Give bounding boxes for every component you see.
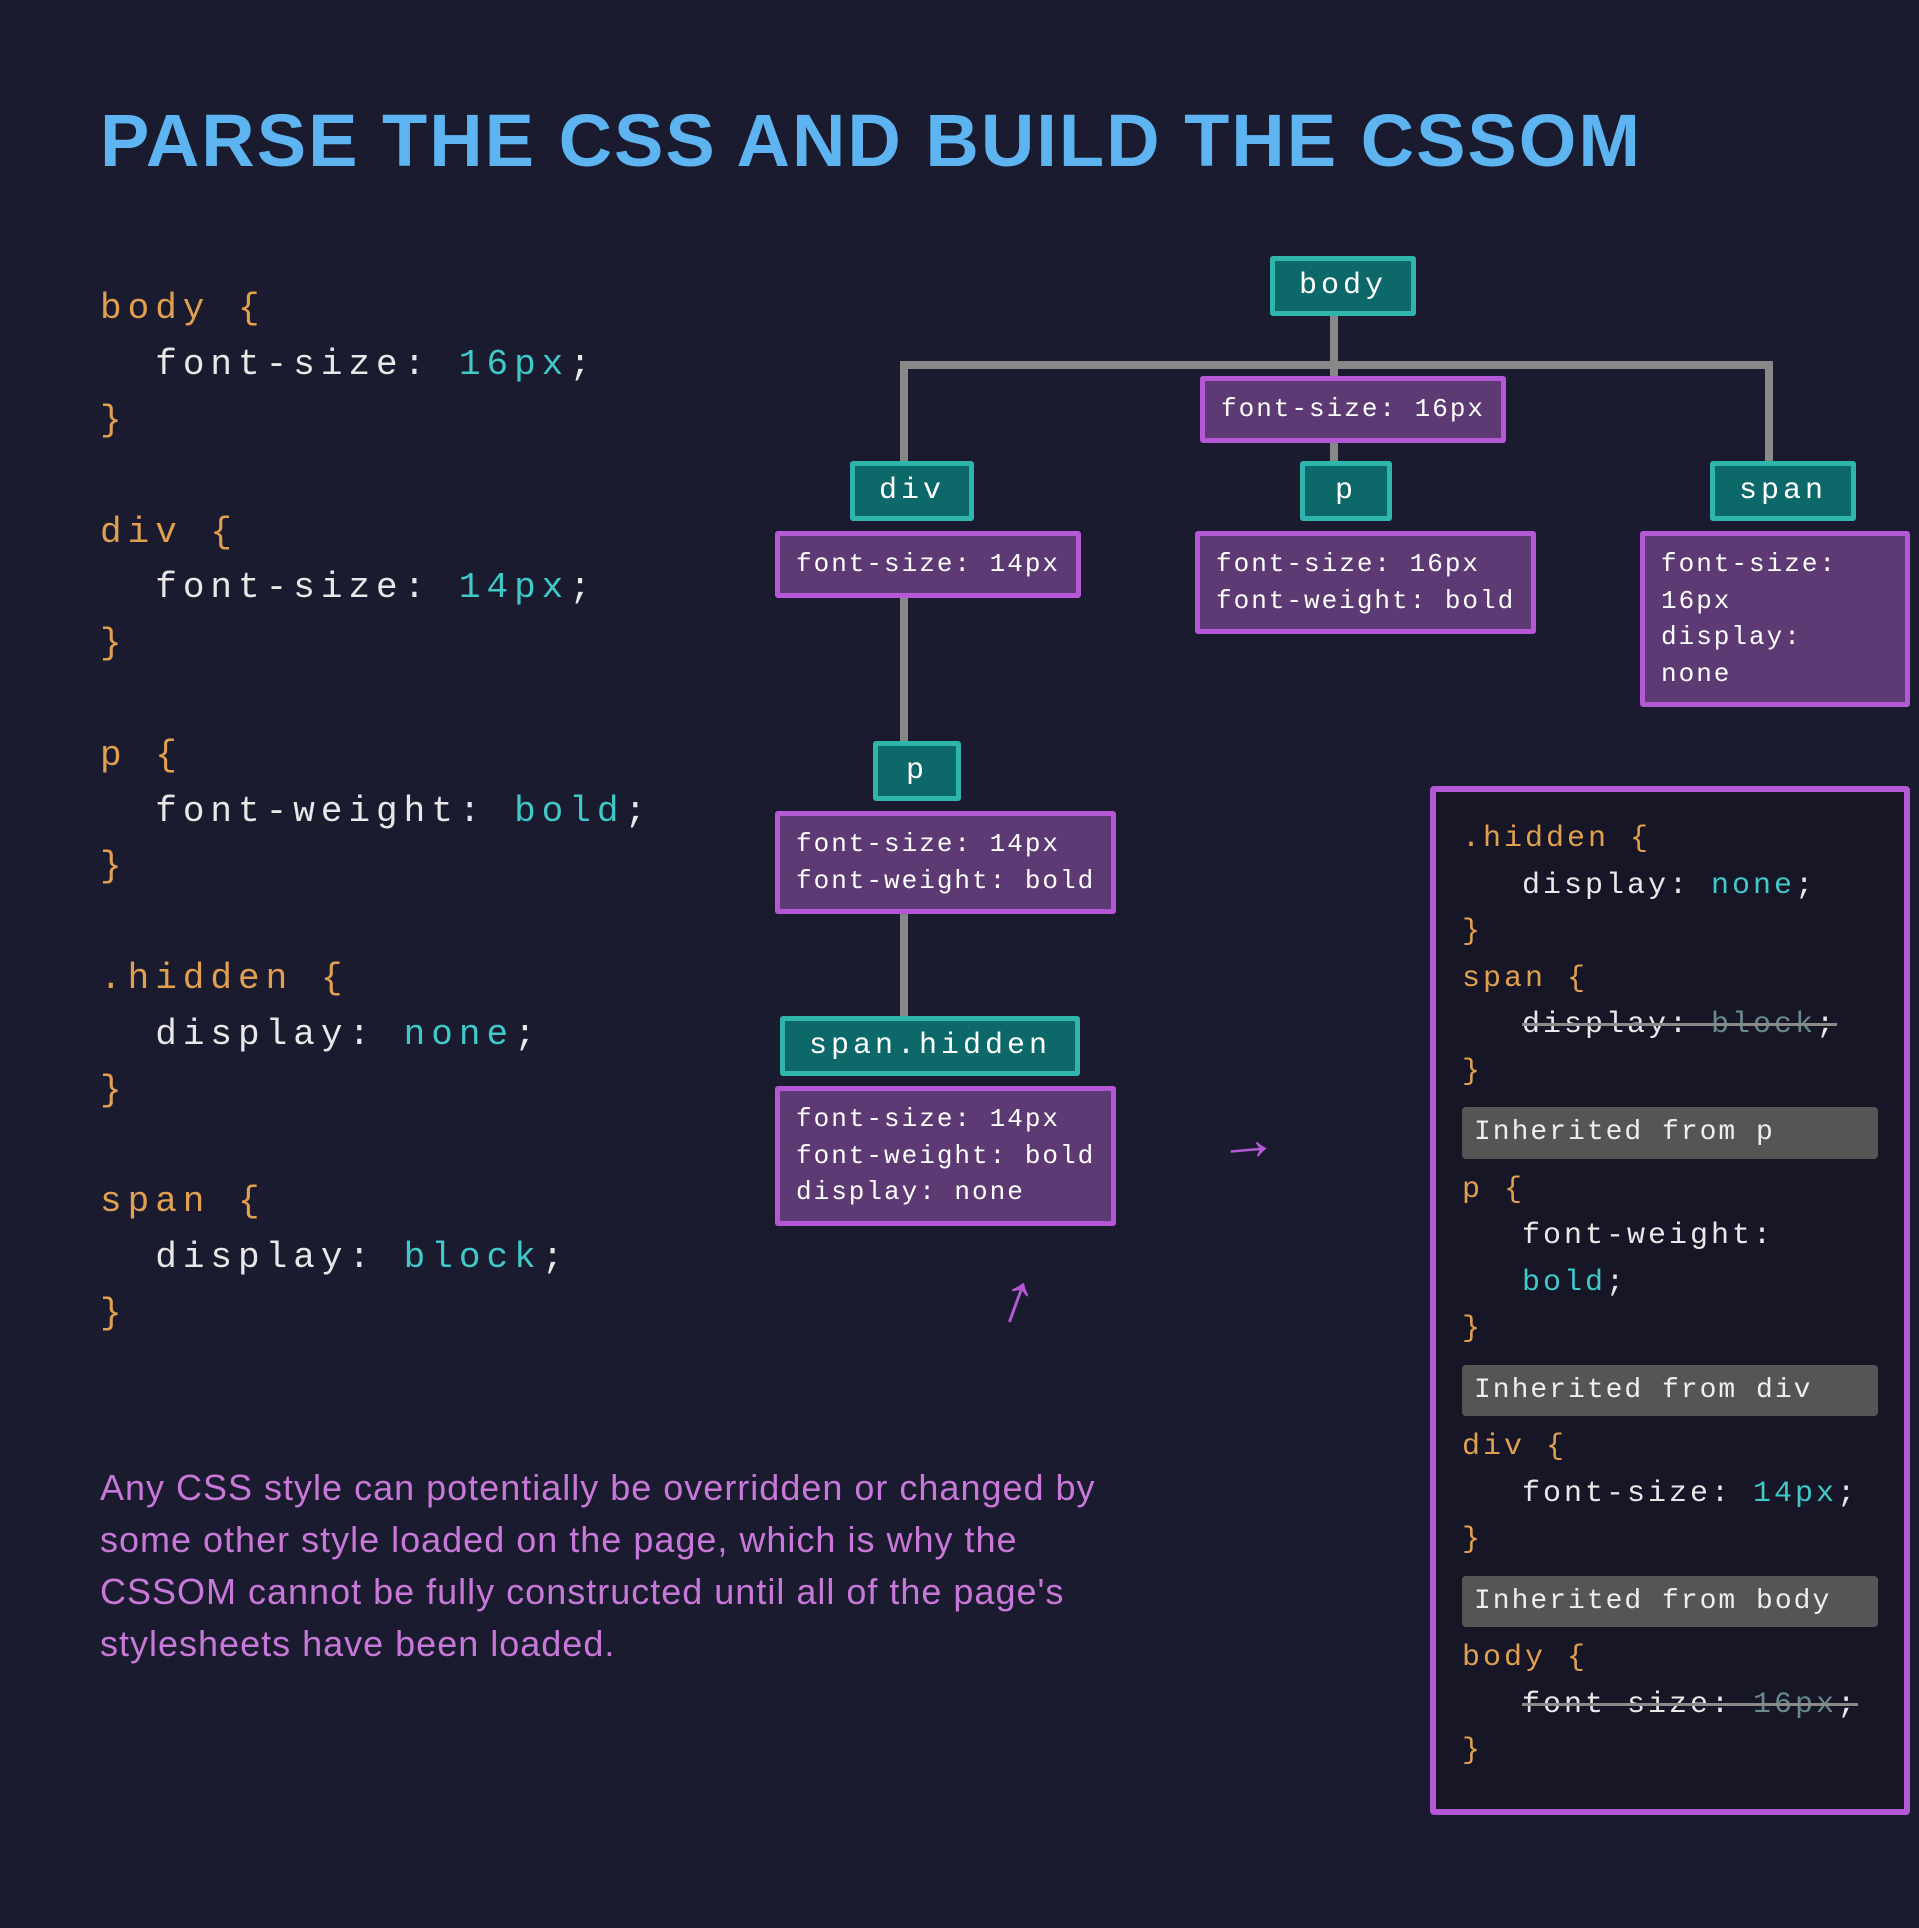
arrow-icon: → — [967, 1268, 1056, 1335]
tree-node-div: div — [850, 461, 974, 521]
devtools-property: font-size — [1522, 1688, 1711, 1722]
devtools-rule: span { display: block; } — [1462, 956, 1878, 1096]
style-line: font-size: 16px — [1661, 549, 1837, 615]
css-value: 16px — [459, 344, 569, 385]
devtools-property: font-size — [1522, 1477, 1711, 1511]
devtools-selector: div — [1462, 1430, 1525, 1464]
css-selector: .hidden — [100, 958, 293, 999]
css-rule: body { font-size: 16px; } — [100, 281, 760, 448]
page-title: PARSE THE CSS AND BUILD THE CSSOM — [100, 100, 1819, 181]
devtools-property: display — [1522, 869, 1669, 903]
tree-styles-span-hidden: font-size: 14px font-weight: bold displa… — [775, 1086, 1116, 1225]
devtools-selector: span — [1462, 962, 1546, 996]
css-value: none — [404, 1014, 514, 1055]
tree-styles-div-p: font-size: 14px font-weight: bold — [775, 811, 1116, 914]
tree-node-span-hidden: span.hidden — [780, 1016, 1080, 1076]
connector-line — [1330, 316, 1338, 361]
inherited-label: Inherited from p — [1462, 1107, 1878, 1158]
css-value: 14px — [459, 567, 569, 608]
left-column: body { font-size: 16px; } div { font-siz… — [100, 261, 760, 1670]
arrow-icon: → — [1227, 1110, 1269, 1181]
devtools-selector: body — [1462, 1641, 1546, 1675]
css-value: bold — [514, 791, 624, 832]
tree-node-body: body — [1270, 256, 1416, 316]
devtools-rule: div { font-size: 14px; } — [1462, 1424, 1878, 1564]
tree-node-span: span — [1710, 461, 1856, 521]
devtools-selector: p — [1462, 1173, 1483, 1207]
style-line: font-size: 14px — [796, 549, 1060, 579]
inherited-label: Inherited from body — [1462, 1576, 1878, 1627]
css-selector: body — [100, 288, 210, 329]
css-selector: div — [100, 512, 183, 553]
css-property: font-size — [155, 344, 403, 385]
tree-styles-p: font-size: 16px font-weight: bold — [1195, 531, 1536, 634]
css-rule: span { display: block; } — [100, 1174, 760, 1341]
devtools-property: font-weight — [1522, 1219, 1753, 1253]
devtools-rule: body { font-size: 16px; } — [1462, 1635, 1878, 1775]
css-property: font-size — [155, 567, 403, 608]
style-line: display: none — [1661, 622, 1802, 688]
devtools-value: none — [1711, 869, 1795, 903]
connector-line — [900, 596, 908, 746]
css-source-listing: body { font-size: 16px; } div { font-siz… — [100, 281, 760, 1341]
style-line: font-size: 16px — [1216, 549, 1480, 579]
devtools-value: 16px — [1753, 1688, 1837, 1722]
css-selector: span — [100, 1181, 210, 1222]
style-line: font-size: 14px — [796, 829, 1060, 859]
css-rule: div { font-size: 14px; } — [100, 505, 760, 672]
tree-node-p: p — [1300, 461, 1392, 521]
inherited-label: Inherited from div — [1462, 1365, 1878, 1416]
connector-line — [1765, 361, 1773, 471]
style-line: display: none — [796, 1177, 1025, 1207]
tree-styles-div: font-size: 14px — [775, 531, 1081, 597]
css-value: block — [404, 1237, 542, 1278]
style-line: font-size: 16px — [1221, 394, 1485, 424]
devtools-selector: .hidden — [1462, 822, 1609, 856]
devtools-rule: .hidden { display: none; } — [1462, 816, 1878, 956]
content-wrap: body { font-size: 16px; } div { font-siz… — [100, 261, 1819, 1670]
devtools-value: bold — [1522, 1266, 1606, 1300]
devtools-property: display — [1522, 1008, 1669, 1042]
devtools-panel: .hidden { display: none; } span { displa… — [1430, 786, 1910, 1814]
css-property: display — [155, 1237, 348, 1278]
style-line: font-size: 14px — [796, 1104, 1060, 1134]
style-line: font-weight: bold — [796, 1141, 1095, 1171]
style-line: font-weight: bold — [796, 866, 1095, 896]
diagram-area: body font-size: 16px div font-size: 14px… — [790, 261, 1910, 1670]
css-property: font-weight — [155, 791, 459, 832]
tree-styles-span: font-size: 16px display: none — [1640, 531, 1910, 707]
style-line: font-weight: bold — [1216, 586, 1515, 616]
css-rule: p { font-weight: bold; } — [100, 728, 760, 895]
css-property: display — [155, 1014, 348, 1055]
devtools-value: 14px — [1753, 1477, 1837, 1511]
connector-line — [900, 361, 908, 471]
devtools-value: block — [1711, 1008, 1816, 1042]
css-selector: p — [100, 735, 128, 776]
tree-node-div-p: p — [873, 741, 961, 801]
css-rule: .hidden { display: none; } — [100, 951, 760, 1118]
tree-styles-body: font-size: 16px — [1200, 376, 1506, 442]
devtools-rule: p { font-weight: bold; } — [1462, 1167, 1878, 1353]
